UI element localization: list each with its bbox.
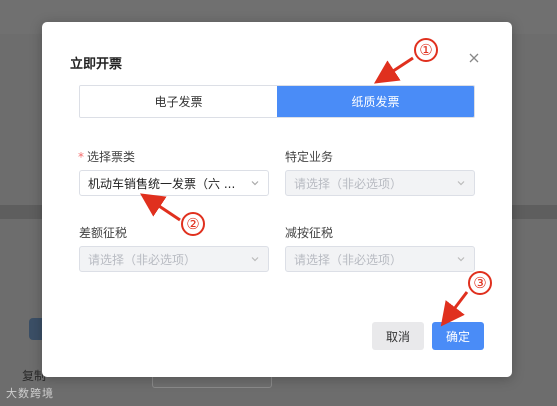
invoice-type-value: 机动车销售统一发票（六 ...: [88, 176, 236, 191]
annotation-2: ②: [181, 212, 205, 236]
dialog-title: 立即开票: [70, 57, 123, 72]
required-mark: *: [78, 150, 84, 164]
tab-electronic-invoice[interactable]: 电子发票: [80, 86, 277, 117]
difference-tax-select[interactable]: 请选择（非必选项）: [79, 246, 269, 272]
tab-paper-invoice[interactable]: 纸质发票: [277, 86, 474, 117]
difference-tax-label: 差额征税: [79, 226, 128, 240]
invoice-type-label: * 选择票类: [78, 148, 135, 165]
close-icon[interactable]: [468, 52, 480, 64]
watermark: 大数跨境: [6, 387, 54, 400]
difference-tax-placeholder: 请选择（非必选项）: [88, 252, 197, 267]
specific-business-placeholder: 请选择（非必选项）: [294, 176, 403, 191]
chevron-down-icon: [251, 181, 259, 186]
invoice-type-select[interactable]: 机动车销售统一发票（六 ...: [79, 170, 269, 196]
cancel-button[interactable]: 取消: [372, 322, 424, 350]
invoice-dialog: 立即开票 电子发票 纸质发票 * 选择票类 机动车销售统一发票（六 ... 特定业…: [42, 22, 512, 377]
reduced-tax-placeholder: 请选择（非必选项）: [294, 252, 403, 267]
reduced-tax-label: 减按征税: [285, 226, 334, 240]
annotation-3: ③: [468, 271, 492, 295]
annotation-1: ①: [414, 38, 438, 62]
specific-business-select[interactable]: 请选择（非必选项）: [285, 170, 475, 196]
invoice-kind-tabs: 电子发票 纸质发票: [79, 85, 475, 118]
reduced-tax-select[interactable]: 请选择（非必选项）: [285, 246, 475, 272]
confirm-button[interactable]: 确定: [432, 322, 484, 350]
specific-business-label: 特定业务: [285, 150, 334, 164]
chevron-down-icon: [251, 257, 259, 262]
chevron-down-icon: [457, 181, 465, 186]
invoice-type-label-text: 选择票类: [87, 150, 136, 164]
chevron-down-icon: [457, 257, 465, 262]
